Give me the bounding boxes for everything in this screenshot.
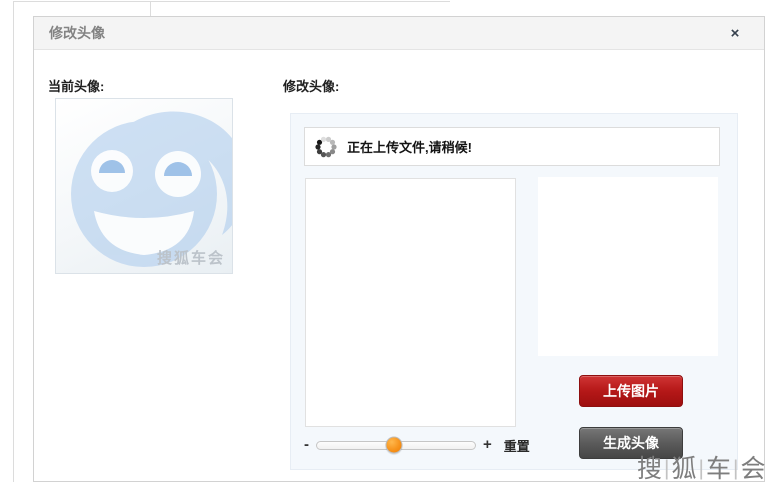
- watermark-char: 会: [740, 455, 767, 483]
- current-avatar-label: 当前头像:: [48, 79, 105, 94]
- reset-button[interactable]: 重置: [504, 436, 530, 455]
- dialog-title: 修改头像: [49, 25, 105, 41]
- slider-handle[interactable]: [385, 436, 403, 454]
- editor-label: 修改头像:: [283, 79, 340, 94]
- background-tab-divider: [150, 1, 151, 16]
- close-icon[interactable]: ×: [726, 25, 744, 43]
- watermark-separator: |: [698, 457, 705, 480]
- zoom-out-button[interactable]: -: [304, 437, 309, 453]
- watermark-char: 狐: [671, 455, 698, 483]
- crop-area: [305, 178, 516, 427]
- upload-image-button[interactable]: 上传图片: [579, 375, 683, 407]
- modify-avatar-dialog: 修改头像 × 当前头像: 修改头像: 搜狐车会 正在上传文件,请稍候! - + …: [33, 16, 765, 482]
- dialog-header: 修改头像 ×: [34, 17, 764, 50]
- loading-spinner-icon: [315, 136, 337, 157]
- avatar-editor-panel: 正在上传文件,请稍候! - + 重置 上传图片 生成头像: [290, 113, 738, 470]
- zoom-slider-row: - + 重置: [304, 436, 554, 454]
- upload-status-bar: 正在上传文件,请稍候!: [304, 127, 720, 166]
- watermark-char: 车: [705, 455, 732, 483]
- avatar-image-watermark: 搜狐车会: [156, 250, 225, 267]
- background-page-top-edge: [13, 1, 450, 2]
- zoom-slider-track[interactable]: [316, 436, 476, 454]
- watermark-char: 搜: [637, 455, 664, 483]
- site-watermark: 搜|狐|车|会: [637, 449, 766, 485]
- zoom-in-button[interactable]: +: [483, 437, 492, 453]
- background-page-left-edge: [13, 1, 14, 482]
- avatar-preview-area: [538, 177, 718, 356]
- upload-status-text: 正在上传文件,请稍候!: [347, 140, 472, 155]
- current-avatar-image: 搜狐车会: [55, 98, 233, 274]
